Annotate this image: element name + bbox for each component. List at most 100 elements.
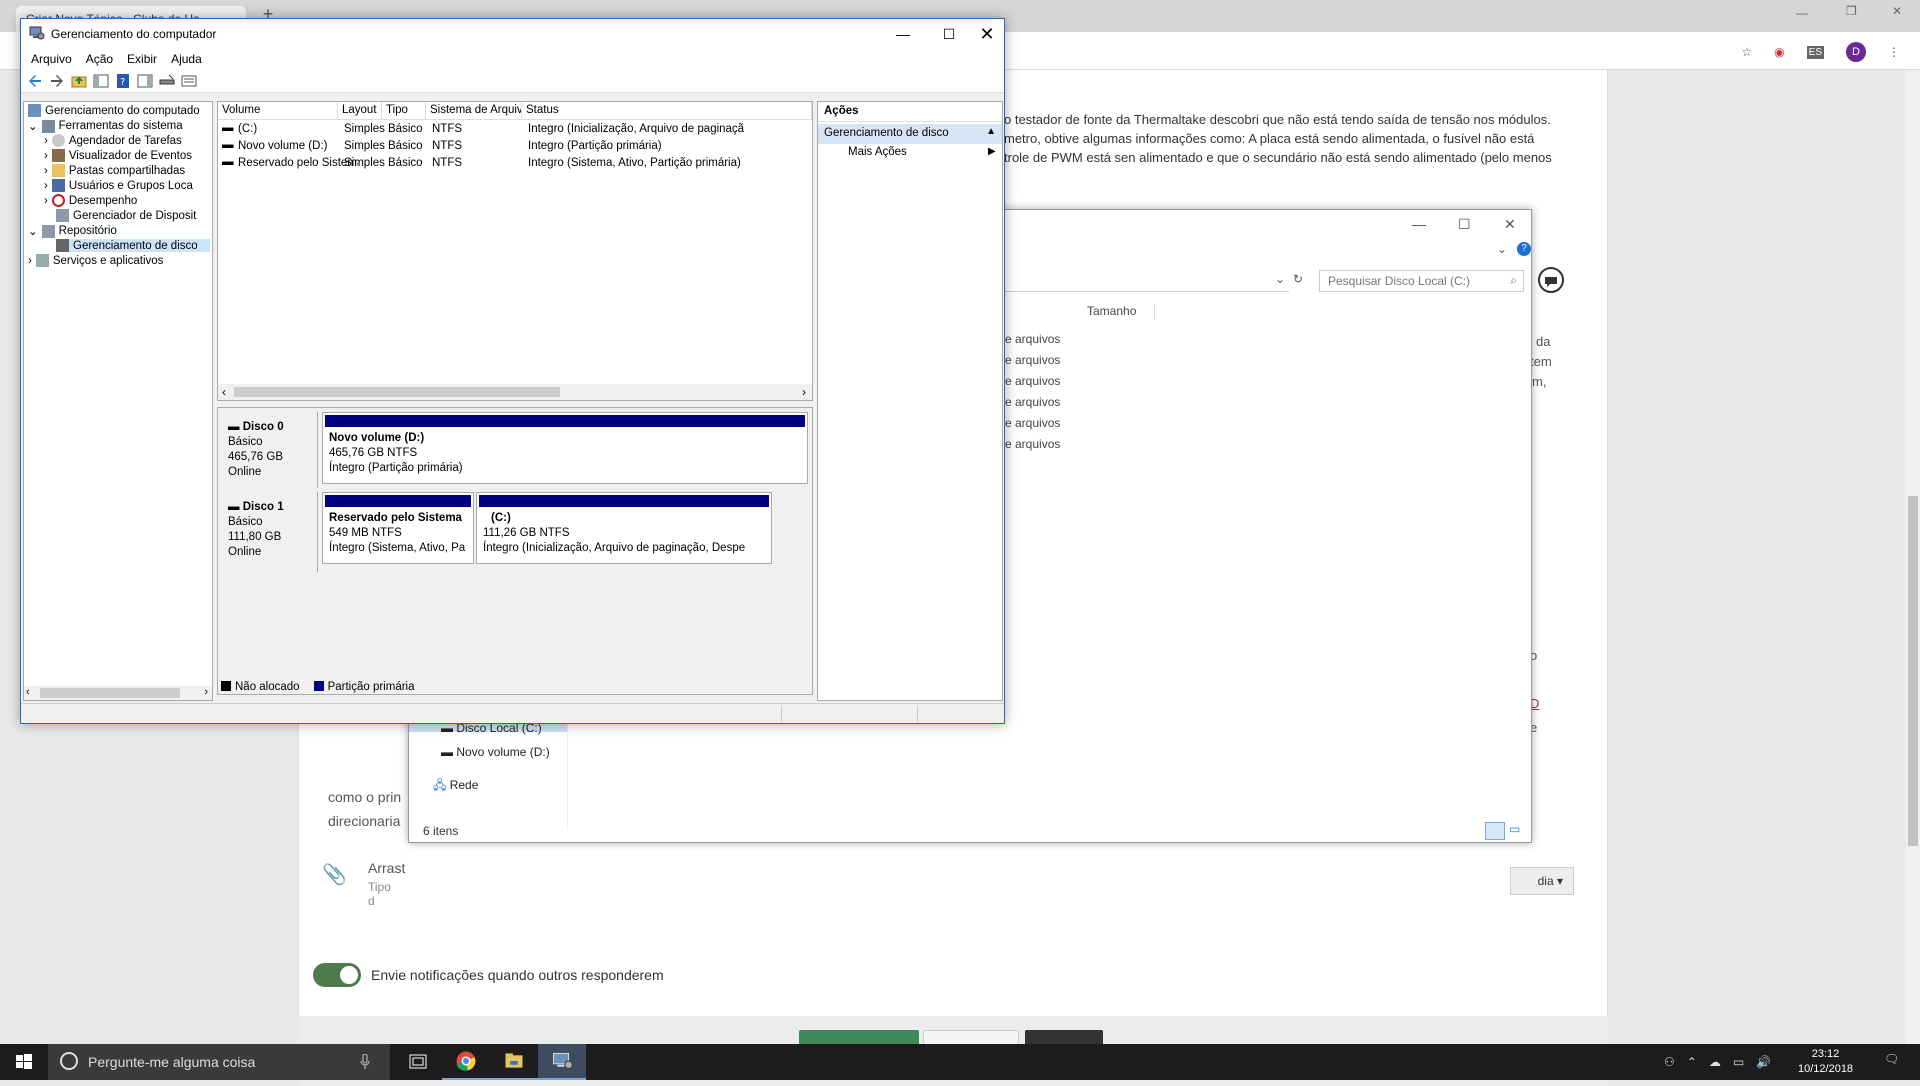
profile-avatar[interactable]: D [1846,42,1866,62]
up-folder-icon[interactable] [71,73,87,89]
tree-item-root[interactable]: Gerenciamento do computado [28,104,200,117]
tree-horizontal-scrollbar[interactable]: ‹ › [24,686,212,700]
page-scrollbar[interactable] [1906,70,1920,1044]
vol-name[interactable]: (C:) [238,123,338,135]
chevron-down-icon[interactable]: ⌄ [28,224,38,238]
extension-es-icon[interactable]: ES [1806,45,1824,59]
tray-up-icon[interactable]: ⌃ [1687,1055,1697,1069]
show-hide-tree-icon[interactable] [93,73,109,89]
chrome-taskbar-icon[interactable] [442,1044,490,1080]
extension-red-icon[interactable]: ◉ [1774,45,1784,59]
kebab-menu-icon[interactable]: ⋮ [1888,45,1900,59]
computer-management-taskbar-icon[interactable] [538,1044,586,1080]
partition-d[interactable]: Novo volume (D:) 465,76 GB NTFS Íntegro … [322,412,808,484]
chevron-right-icon[interactable]: › [44,165,48,177]
chevron-right-icon[interactable]: › [44,135,48,147]
tree-item-event-viewer[interactable]: › Visualizador de Eventos [44,149,192,162]
col-status[interactable]: Status [522,102,812,120]
chevron-right-icon[interactable]: › [44,195,48,207]
tree-item-services[interactable]: › Serviços e aplicativos [28,254,163,267]
show-hide-action-pane-icon[interactable] [137,73,153,89]
tree-scroll-thumb[interactable] [40,688,180,698]
partition-system-reserved[interactable]: Reservado pelo Sistema 549 MB NTFS Ínteg… [322,492,474,564]
ribbon-expand-icon[interactable]: ⌄ [1497,242,1507,256]
browser-close-icon[interactable]: ✕ [1892,4,1902,18]
file-row-type[interactable]: e arquivos [1005,332,1060,346]
taskbar-clock[interactable]: 23:12 10/12/2018 [1798,1047,1853,1077]
tree-item-shared-folders[interactable]: › Pastas compartilhadas [44,164,185,177]
menu-acao[interactable]: Ação [86,52,113,66]
col-layout[interactable]: Layout [338,102,382,120]
chevron-down-icon[interactable]: ⌄ [28,119,38,133]
collapse-up-icon[interactable]: ▲ [986,126,996,137]
windows-start-icon[interactable] [0,1044,48,1080]
col-type[interactable]: Tipo [382,102,426,120]
browser-minimize-icon[interactable]: — [1796,6,1808,20]
reply-editor[interactable]: como o prin direcionaria [328,785,401,833]
minimize-button[interactable]: — [883,21,923,47]
vol-name[interactable]: Novo volume (D:) [238,140,338,152]
partition-c[interactable]: (C:) 111,26 GB NTFS Íntegro (Inicializaç… [476,492,772,564]
back-arrow-icon[interactable] [27,73,43,89]
help-book-icon[interactable]: ? [115,73,131,89]
chevron-right-icon[interactable]: › [28,255,32,267]
onedrive-icon[interactable]: ☁ [1709,1055,1721,1069]
title-bar[interactable]: Gerenciamento do computador — ☐ ✕ [21,19,1004,49]
tree-item-storage[interactable]: ⌄ Repositório [28,224,117,238]
volume-scroll-thumb[interactable] [234,387,560,397]
menu-arquivo[interactable]: Arquivo [31,52,72,66]
network-tray-icon[interactable]: ▭ [1733,1055,1744,1069]
taskbar-search-box[interactable]: Pergunte-me alguma coisa [48,1044,390,1080]
col-volume[interactable]: Volume [218,102,338,120]
page-scrollbar-thumb[interactable] [1908,496,1918,846]
chat-bubble-icon[interactable] [1537,266,1565,294]
notify-toggle[interactable] [313,963,361,987]
tree-item-task-scheduler[interactable]: › Agendador de Tarefas [44,134,182,147]
chevron-right-icon[interactable]: › [44,180,48,192]
file-row-type[interactable]: e arquivos [1005,437,1060,451]
people-icon[interactable]: ⚇ [1664,1055,1675,1069]
disk-list-icon[interactable] [181,73,197,89]
task-view-icon[interactable] [394,1044,442,1080]
vol-name[interactable]: Reservado pelo Sistema [238,157,358,169]
column-header-size[interactable]: Tamanho [1087,304,1136,318]
file-row-type[interactable]: e arquivos [1005,374,1060,388]
menu-exibir[interactable]: Exibir [127,52,157,66]
chevron-right-icon[interactable]: › [44,150,48,162]
col-filesystem[interactable]: Sistema de Arquivos [426,102,522,120]
star-icon[interactable]: ☆ [1741,45,1752,59]
nav-item-new-volume[interactable]: ▬ Novo volume (D:) [441,745,550,759]
explorer-minimize-icon[interactable]: — [1412,216,1426,232]
nav-item-network[interactable]: 🖧 Rede [433,776,478,797]
close-button[interactable]: ✕ [967,21,1007,47]
more-actions[interactable]: Mais Ações [848,146,907,158]
maximize-button[interactable]: ☐ [929,21,969,47]
volume-icon[interactable]: 🔊 [1756,1055,1771,1069]
file-row-type[interactable]: e arquivos [1005,353,1060,367]
disk-1-label[interactable]: ▬ Disco 1 Básico 111,80 GB Online [218,492,318,572]
large-icons-view-icon[interactable]: ▭ [1509,822,1527,840]
browser-maximize-icon[interactable]: ❐ [1846,4,1857,18]
address-dropdown-icon[interactable]: ⌄ [1275,272,1285,286]
scroll-right-icon[interactable]: › [204,686,208,698]
tree-item-local-users[interactable]: › Usuários e Grupos Loca [44,179,193,192]
scroll-left-icon[interactable]: ‹ [222,385,226,399]
media-dropdown-button[interactable]: dia ▾ [1510,867,1574,895]
explorer-maximize-icon[interactable]: ☐ [1458,216,1471,233]
tree-item-disk-management[interactable]: Gerenciamento de disco [56,239,210,252]
submenu-arrow-icon[interactable]: ▶ [988,146,996,157]
refresh-icon[interactable]: ↻ [1293,272,1303,286]
scroll-left-icon[interactable]: ‹ [26,686,30,698]
disk-properties-icon[interactable] [159,73,175,89]
microphone-icon[interactable] [360,1054,370,1070]
file-explorer-taskbar-icon[interactable] [490,1044,538,1080]
file-row-type[interactable]: e arquivos [1005,395,1060,409]
forward-arrow-icon[interactable] [49,73,65,89]
file-row-type[interactable]: e arquivos [1005,416,1060,430]
help-icon[interactable]: ? [1517,242,1531,256]
explorer-close-icon[interactable]: ✕ [1504,216,1516,233]
scroll-right-icon[interactable]: › [802,385,806,399]
action-center-icon[interactable]: 🗨 [1884,1052,1899,1066]
explorer-search-input[interactable]: Pesquisar Disco Local (C:) ⌕ [1319,270,1524,292]
actions-disk-management[interactable]: Gerenciamento de disco ▲ [818,124,1002,144]
